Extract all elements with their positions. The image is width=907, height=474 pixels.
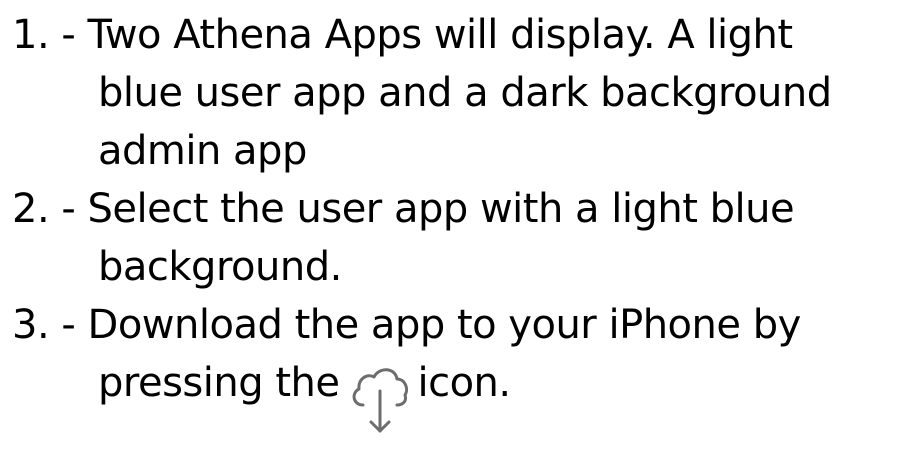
step-2-line-1: 2. - Select the user app with a light bl…	[12, 186, 795, 232]
step-3-text-after-icon: icon.	[417, 360, 511, 406]
step-1-line-1: 1. - Two Athena Apps will display. A lig…	[12, 12, 793, 58]
step-1-line-2: blue user app and a dark background	[98, 70, 832, 116]
step-2-line-2: background.	[98, 244, 342, 290]
step-2: 2. - Select the user app with a light bl…	[12, 180, 902, 296]
step-1-line-3: admin app	[98, 128, 307, 174]
step-3-text-before-icon: pressing the	[98, 360, 340, 406]
cloud-download-icon	[349, 365, 411, 433]
step-3: 3. - Download the app to your iPhone by …	[12, 296, 902, 433]
step-3-line-2: pressing the icon.	[12, 354, 902, 433]
step-3-line-1: 3. - Download the app to your iPhone by	[12, 302, 801, 348]
step-1: 1. - Two Athena Apps will display. A lig…	[12, 6, 902, 180]
